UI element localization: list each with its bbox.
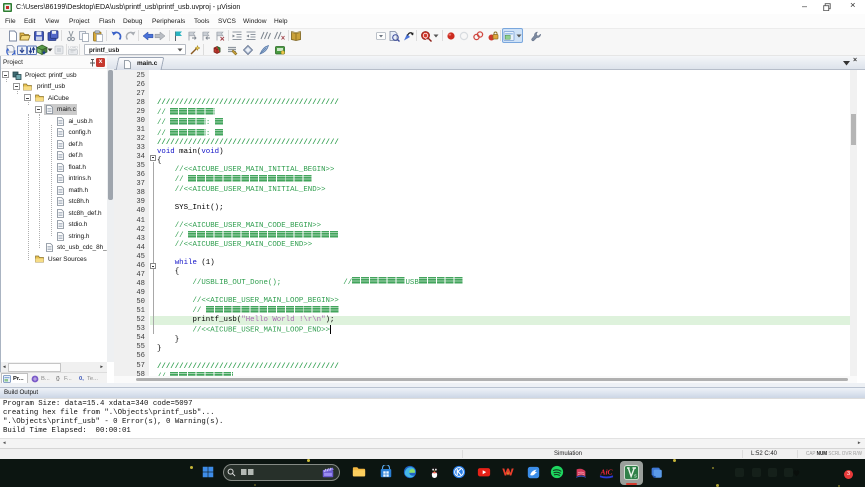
svg-text:s: s: [634, 473, 637, 479]
svg-text:LOAD: LOAD: [68, 45, 78, 49]
svg-text:AiC: AiC: [599, 467, 613, 476]
svg-text:Q: Q: [422, 33, 428, 40]
